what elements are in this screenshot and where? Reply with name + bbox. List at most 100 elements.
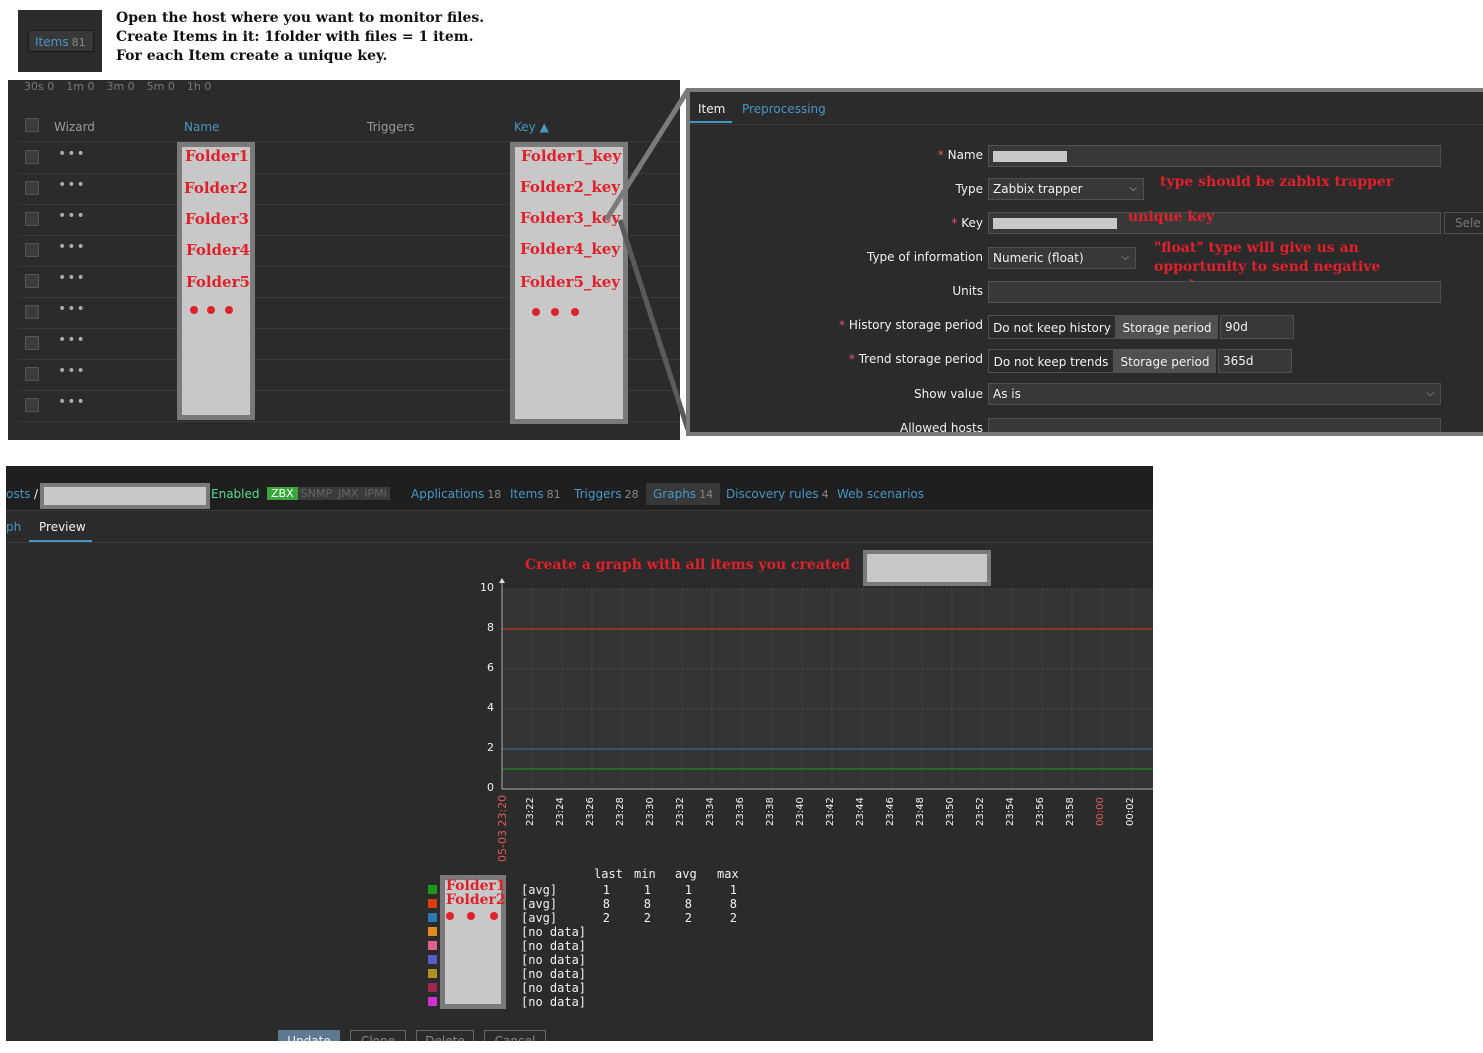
- wizard-menu-icon[interactable]: •••: [58, 270, 86, 286]
- wizard-menu-icon[interactable]: •••: [58, 239, 86, 255]
- legend-func: [no data]: [521, 939, 587, 953]
- time-filter-1m[interactable]: 1m 0: [66, 80, 94, 93]
- legend-names: Folder1 Folder2: [446, 878, 506, 908]
- key-input[interactable]: [988, 212, 1441, 234]
- trend-do-not-keep[interactable]: Do not keep trends: [988, 349, 1114, 373]
- trend-value-input[interactable]: 365d: [1218, 349, 1292, 373]
- type-of-information-select[interactable]: Numeric (float) ⌵: [988, 247, 1136, 269]
- y-tick-label: 0: [487, 781, 494, 794]
- row-checkbox[interactable]: [25, 274, 39, 288]
- time-filter-30s[interactable]: 30s 0: [24, 80, 54, 93]
- item-name[interactable]: Folder4: [186, 241, 250, 259]
- item-name[interactable]: Folder5: [186, 273, 250, 291]
- x-tick-label: 23:34: [705, 797, 716, 826]
- allowed-hosts-input[interactable]: [988, 418, 1441, 432]
- item-name[interactable]: Folder3: [185, 210, 249, 228]
- column-key[interactable]: Key ▲: [514, 120, 549, 134]
- x-tick-label: 23:36: [735, 797, 746, 826]
- clone-button[interactable]: Clone: [350, 1030, 406, 1041]
- cancel-button[interactable]: Cancel: [484, 1030, 546, 1041]
- item-name[interactable]: Folder1: [185, 147, 249, 165]
- legend-color-swatch: [428, 913, 437, 922]
- legend-func: [no data]: [521, 925, 587, 939]
- row-checkbox[interactable]: [25, 398, 39, 412]
- item-name[interactable]: Folder2: [184, 179, 248, 197]
- history-label: * History storage period: [839, 318, 983, 332]
- legend-avg: 1: [684, 883, 692, 897]
- row-checkbox[interactable]: [25, 367, 39, 381]
- x-tick-label: 23:24: [555, 797, 566, 826]
- wizard-menu-icon[interactable]: •••: [58, 177, 86, 193]
- callout-connector: [603, 88, 691, 431]
- wizard-menu-icon[interactable]: •••: [58, 363, 86, 379]
- select-all-checkbox[interactable]: [25, 118, 39, 132]
- column-name[interactable]: Name: [184, 120, 219, 134]
- type-select[interactable]: Zabbix trapper ⌵: [988, 178, 1144, 200]
- wizard-menu-icon[interactable]: •••: [58, 301, 86, 317]
- show-value-select[interactable]: As is ⌵: [988, 383, 1441, 405]
- history-storage-period[interactable]: Storage period: [1116, 315, 1218, 339]
- wizard-menu-icon[interactable]: •••: [58, 208, 86, 224]
- x-tick-label: 23:38: [765, 797, 776, 826]
- chevron-down-icon: ⌵: [1426, 388, 1434, 399]
- row-checkbox[interactable]: [25, 181, 39, 195]
- x-tick-label: 23:26: [585, 797, 596, 826]
- history-value-input[interactable]: 90d: [1220, 315, 1294, 339]
- history-do-not-keep[interactable]: Do not keep history: [988, 315, 1116, 339]
- legend-color-swatch: [428, 983, 437, 992]
- legend-header-last: last: [594, 867, 623, 881]
- wizard-menu-icon[interactable]: •••: [58, 332, 86, 348]
- legend-func: [no data]: [521, 981, 587, 995]
- time-filter-5m[interactable]: 5m 0: [147, 80, 175, 93]
- update-button[interactable]: Update: [278, 1030, 340, 1041]
- delete-button[interactable]: Delete: [416, 1030, 474, 1041]
- row-checkbox[interactable]: [25, 336, 39, 350]
- legend-header-max: max: [717, 867, 739, 881]
- chevron-down-icon: ⌵: [1121, 252, 1129, 263]
- x-tick-label: 23:40: [795, 797, 806, 826]
- chevron-down-icon: ⌵: [1129, 183, 1137, 194]
- row-checkbox[interactable]: [25, 150, 39, 164]
- x-tick-label: 00:02: [1125, 797, 1136, 826]
- name-input[interactable]: [988, 145, 1441, 167]
- legend-func: [no data]: [521, 995, 587, 1009]
- time-filter-3m[interactable]: 3m 0: [106, 80, 134, 93]
- items-tab[interactable]: Items 81: [28, 30, 94, 52]
- legend-last: 8: [602, 897, 610, 911]
- x-tick-label: 23:30: [645, 797, 656, 826]
- items-list-panel: 30s 0 1m 0 3m 0 5m 0 1h 0 Wizard Name Trigge…: [8, 80, 680, 440]
- type-annotation: type should be zabbix trapper: [1160, 174, 1394, 190]
- x-tick-label: 00:00: [1095, 797, 1106, 826]
- wizard-menu-icon[interactable]: •••: [58, 146, 86, 162]
- x-tick-label: 23:44: [855, 797, 866, 826]
- key-select-button[interactable]: Sele: [1444, 212, 1483, 234]
- trend-storage-period[interactable]: Storage period: [1114, 349, 1216, 373]
- tab-item[interactable]: Item: [698, 102, 725, 116]
- legend-func: [no data]: [521, 953, 587, 967]
- legend-last: 2: [602, 911, 610, 925]
- key-annotation: unique key: [1128, 209, 1215, 225]
- legend-header-avg: avg: [675, 867, 697, 881]
- y-axis-arrow-icon: [499, 578, 505, 583]
- y-tick-label: 2: [487, 741, 494, 754]
- time-filter-bar: 30s 0 1m 0 3m 0 5m 0 1h 0: [24, 80, 223, 94]
- x-tick-label: 23:28: [615, 797, 626, 826]
- legend-max: 2: [729, 911, 737, 925]
- tab-divider: [690, 124, 1483, 125]
- wizard-menu-icon[interactable]: •••: [58, 394, 86, 410]
- type-label: Type: [955, 182, 983, 196]
- trend-label: * Trend storage period: [848, 352, 983, 366]
- row-checkbox[interactable]: [25, 212, 39, 226]
- row-checkbox[interactable]: [25, 305, 39, 319]
- legend-color-swatch: [428, 927, 437, 936]
- row-checkbox[interactable]: [25, 243, 39, 257]
- time-filter-1h[interactable]: 1h 0: [187, 80, 211, 93]
- x-tick-label: 23:52: [975, 797, 986, 826]
- legend-func: [avg]: [521, 883, 558, 897]
- graph-preview-panel: osts / Enabled ZBX SNMP JMX IPMI Applicatio…: [6, 466, 1153, 1041]
- y-tick-label: 4: [487, 701, 494, 714]
- units-input[interactable]: [988, 281, 1441, 303]
- tab-preprocessing[interactable]: Preprocessing: [742, 102, 826, 116]
- x-axis-date-label: 05-03 23:20: [496, 794, 509, 862]
- legend-func: [avg]: [521, 897, 558, 911]
